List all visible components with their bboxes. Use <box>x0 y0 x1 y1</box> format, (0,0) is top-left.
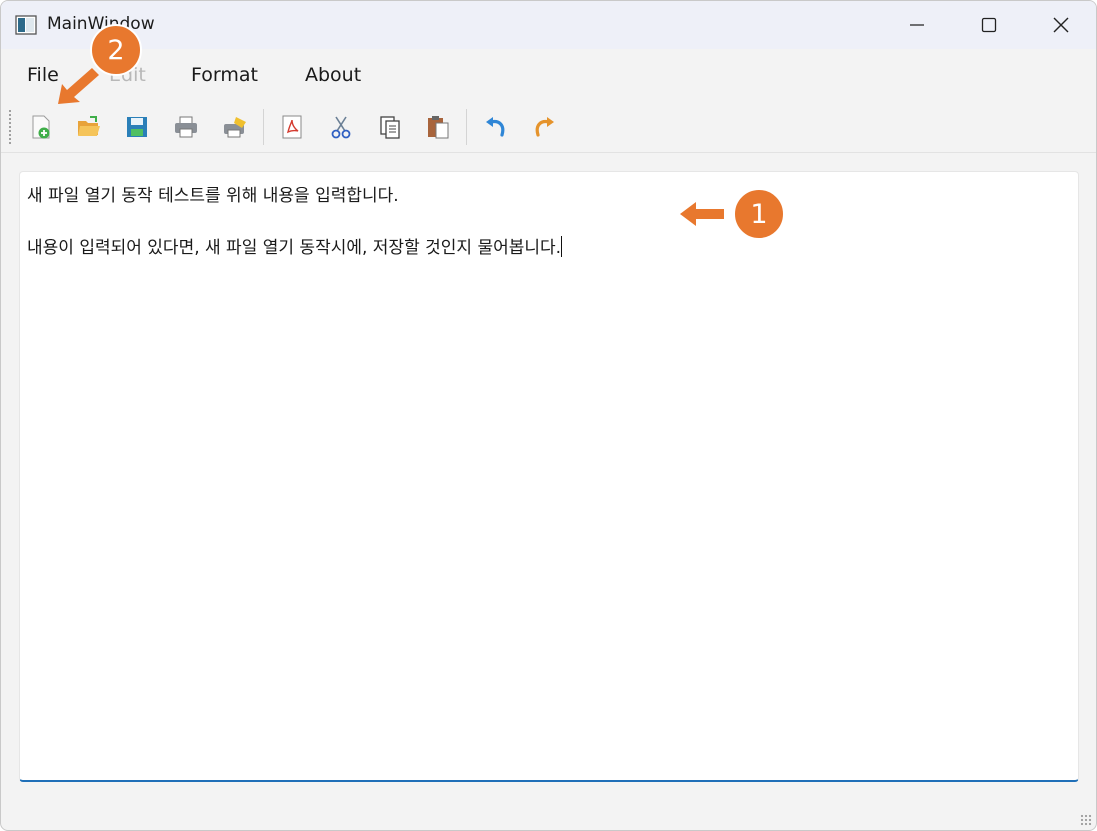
editor-line-2: 내용이 입력되어 있다면, 새 파일 열기 동작시에, 저장할 것인지 물어봅니… <box>27 233 563 258</box>
pdf-export-button[interactable] <box>276 111 308 143</box>
maximize-button[interactable] <box>957 1 1021 49</box>
text-caret <box>561 236 563 257</box>
annotation-arrow-1 <box>680 202 724 226</box>
toolbar <box>1 101 1096 153</box>
close-button[interactable] <box>1029 1 1093 49</box>
cut-button[interactable] <box>325 111 357 143</box>
redo-button[interactable] <box>528 111 560 143</box>
app-icon <box>15 15 37 35</box>
minimize-icon <box>910 24 924 26</box>
paste-button[interactable] <box>422 111 454 143</box>
print-icon <box>175 116 197 138</box>
resize-grip[interactable] <box>1080 814 1092 826</box>
editor-line-1: 새 파일 열기 동작 테스트를 위해 내용을 입력합니다. <box>27 186 399 206</box>
text-editor[interactable]: 새 파일 열기 동작 테스트를 위해 내용을 입력합니다. 내용이 입력되어 있… <box>19 171 1079 782</box>
open-file-button[interactable] <box>73 111 105 143</box>
annotation-arrow-2 <box>58 68 99 104</box>
print-preview-icon <box>224 117 246 138</box>
redo-icon <box>535 117 554 137</box>
undo-icon <box>486 117 505 137</box>
toolbar-separator <box>263 109 264 145</box>
minimize-button[interactable] <box>885 1 949 49</box>
toolbar-grip[interactable] <box>8 109 12 145</box>
menu-bar: File Edit Format About <box>1 49 1096 101</box>
save-icon <box>127 117 147 137</box>
paste-icon <box>428 116 449 139</box>
copy-icon <box>380 116 400 139</box>
main-window: MainWindow File Edit Format About 새 파일 열… <box>0 0 1097 831</box>
menu-format[interactable]: Format <box>191 64 258 86</box>
menu-about[interactable]: About <box>305 64 361 86</box>
print-preview-button[interactable] <box>219 111 251 143</box>
copy-button[interactable] <box>374 111 406 143</box>
editor-line-2-text: 내용이 입력되어 있다면, 새 파일 열기 동작시에, 저장할 것인지 물어봅니… <box>27 238 562 258</box>
new-file-button[interactable] <box>25 111 57 143</box>
undo-button[interactable] <box>480 111 512 143</box>
cut-icon <box>331 116 351 139</box>
toolbar-separator <box>466 109 467 145</box>
title-bar[interactable]: MainWindow <box>1 1 1096 49</box>
close-icon <box>1053 17 1069 33</box>
maximize-icon <box>981 17 997 33</box>
annotation-badge-2: 2 <box>90 24 142 76</box>
open-folder-icon <box>78 116 100 136</box>
pdf-export-icon <box>282 115 302 139</box>
annotation-badge-1: 1 <box>733 188 785 240</box>
new-file-icon <box>32 115 50 139</box>
save-button[interactable] <box>121 111 153 143</box>
print-button[interactable] <box>170 111 202 143</box>
